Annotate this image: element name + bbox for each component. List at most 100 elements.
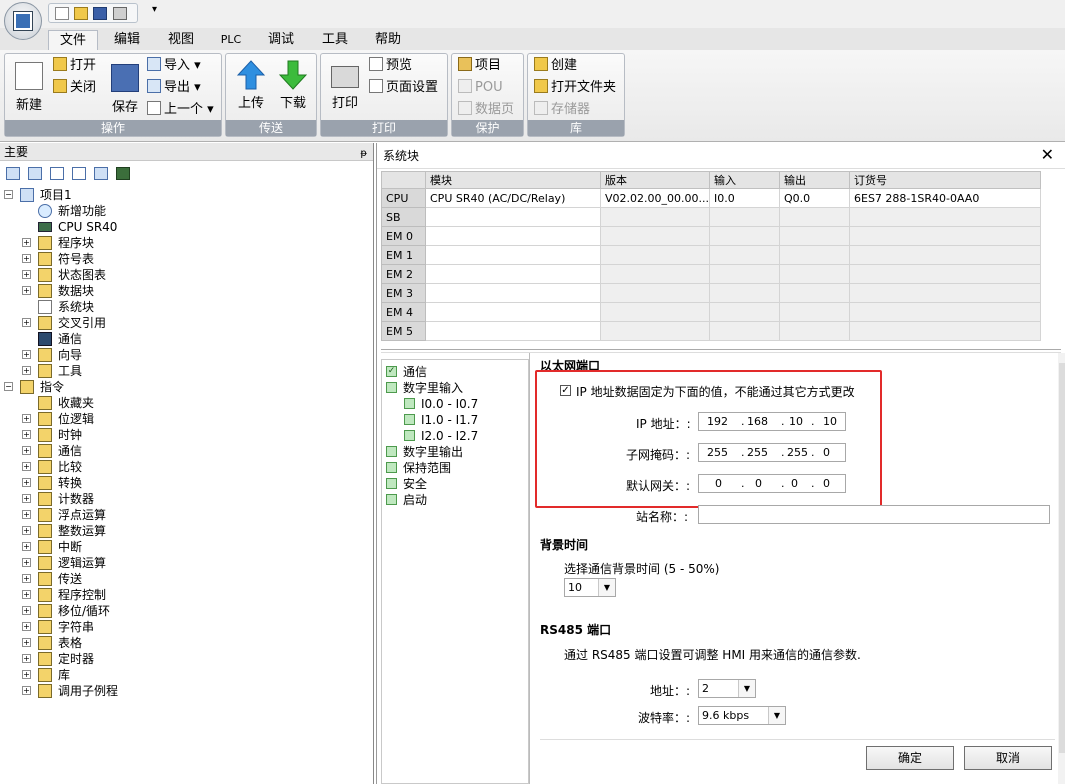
protect-data-page-button[interactable]: 数据页: [458, 100, 514, 120]
previous-button[interactable]: 上一个 ▾: [147, 100, 214, 120]
expand-icon[interactable]: +: [22, 286, 31, 295]
expand-icon[interactable]: +: [22, 414, 31, 423]
tree-view-icon[interactable]: [6, 167, 20, 180]
table-view-icon[interactable]: [28, 167, 42, 180]
tab-view[interactable]: 视图: [160, 30, 202, 50]
table-row[interactable]: EM 1: [381, 245, 1041, 265]
expand-icon[interactable]: +: [22, 270, 31, 279]
tab-file[interactable]: 文件: [48, 30, 98, 50]
expand-icon[interactable]: +: [22, 590, 31, 599]
table-cell[interactable]: [600, 321, 710, 341]
expand-icon[interactable]: +: [22, 430, 31, 439]
expand-icon[interactable]: +: [22, 670, 31, 679]
print-button[interactable]: 打印: [325, 58, 365, 111]
table-cell[interactable]: [849, 283, 1041, 303]
table-cell[interactable]: [600, 283, 710, 303]
collapse-icon[interactable]: −: [4, 382, 13, 391]
open-folder-button[interactable]: 打开文件夹: [534, 78, 616, 98]
open-folder-icon[interactable]: [74, 7, 88, 20]
pin-icon[interactable]: ᵽ: [360, 145, 367, 163]
document-view-icon[interactable]: [50, 167, 64, 180]
table-cell[interactable]: [600, 226, 710, 246]
table-row[interactable]: EM 5: [381, 321, 1041, 341]
expand-icon[interactable]: +: [22, 622, 31, 631]
table-row[interactable]: EM 0: [381, 226, 1041, 246]
table-cell[interactable]: [709, 245, 780, 265]
scrollbar-thumb[interactable]: [1059, 363, 1065, 753]
table-cell[interactable]: [709, 302, 780, 322]
expand-icon[interactable]: +: [22, 638, 31, 647]
preview-button[interactable]: 预览: [369, 56, 412, 76]
new-button[interactable]: 新建: [11, 58, 47, 113]
table-cell[interactable]: [425, 302, 601, 322]
baud-rate-select[interactable]: 9.6 kbps ▼: [698, 706, 786, 725]
table-cell[interactable]: [849, 321, 1041, 341]
station-name-input[interactable]: [698, 505, 1050, 524]
table-cell[interactable]: [709, 226, 780, 246]
table-cell[interactable]: [849, 226, 1041, 246]
subnet-mask-field[interactable]: 255. 255. 255. 0: [698, 443, 846, 462]
expand-icon[interactable]: +: [22, 254, 31, 263]
table-cell[interactable]: [600, 245, 710, 265]
tab-tools[interactable]: 工具: [314, 30, 356, 50]
tab-debug[interactable]: 调试: [260, 30, 302, 50]
table-cell[interactable]: [849, 264, 1041, 284]
expand-icon[interactable]: +: [22, 558, 31, 567]
upload-button[interactable]: 上传: [232, 58, 270, 111]
table-cell[interactable]: [709, 264, 780, 284]
expand-icon[interactable]: +: [22, 542, 31, 551]
open-button[interactable]: 打开: [53, 56, 96, 76]
close-icon[interactable]: ✕: [1041, 147, 1054, 163]
ok-button[interactable]: 确定: [866, 746, 954, 770]
table-row[interactable]: EM 4: [381, 302, 1041, 322]
create-library-button[interactable]: 创建: [534, 56, 577, 76]
table-cell[interactable]: Q0.0: [779, 188, 850, 208]
expand-icon[interactable]: +: [22, 350, 31, 359]
expand-icon[interactable]: +: [22, 446, 31, 455]
expand-icon[interactable]: +: [22, 510, 31, 519]
rs485-address-select[interactable]: 2 ▼: [698, 679, 756, 698]
application-menu-button[interactable]: [4, 2, 42, 40]
table-cell[interactable]: I0.0: [709, 188, 780, 208]
table-cell[interactable]: [779, 283, 850, 303]
table-cell[interactable]: [779, 264, 850, 284]
expand-icon[interactable]: +: [22, 574, 31, 583]
monitor-icon[interactable]: [116, 167, 130, 180]
customize-quick-access-icon[interactable]: ▾: [152, 4, 157, 15]
table-row[interactable]: EM 2: [381, 264, 1041, 284]
list-view-icon[interactable]: [94, 167, 108, 180]
expand-icon[interactable]: +: [22, 462, 31, 471]
tab-help[interactable]: 帮助: [367, 30, 409, 50]
expand-icon[interactable]: +: [22, 606, 31, 615]
table-cell[interactable]: [425, 207, 601, 227]
table-cell[interactable]: CPU SR40 (AC/DC/Relay): [425, 188, 601, 208]
save-icon[interactable]: [93, 7, 107, 20]
import-button[interactable]: 导入 ▾: [147, 56, 201, 76]
save-button[interactable]: 保存: [107, 58, 143, 115]
table-cell[interactable]: [779, 226, 850, 246]
export-button[interactable]: 导出 ▾: [147, 78, 201, 98]
ip-address-field[interactable]: 192. 168. 10. 10: [698, 412, 846, 431]
download-button[interactable]: 下载: [274, 58, 312, 111]
print-icon[interactable]: [113, 7, 127, 20]
table-row[interactable]: CPU CPU SR40 (AC/DC/Relay) V02.02.00_00.00…: [381, 188, 1041, 208]
expand-icon[interactable]: +: [22, 654, 31, 663]
expand-icon[interactable]: +: [22, 494, 31, 503]
expand-icon[interactable]: +: [22, 318, 31, 327]
collapse-icon[interactable]: −: [4, 190, 13, 199]
table-cell[interactable]: [425, 321, 601, 341]
gateway-field[interactable]: 0. 0. 0. 0: [698, 474, 846, 493]
table-cell[interactable]: [849, 302, 1041, 322]
table-cell[interactable]: [779, 321, 850, 341]
expand-icon[interactable]: +: [22, 478, 31, 487]
vertical-scrollbar[interactable]: [1058, 353, 1065, 784]
table-cell[interactable]: [849, 207, 1041, 227]
table-cell[interactable]: [425, 226, 601, 246]
table-row[interactable]: SB: [381, 207, 1041, 227]
table-cell[interactable]: [849, 245, 1041, 265]
table-cell[interactable]: [425, 264, 601, 284]
table-cell[interactable]: [425, 245, 601, 265]
tab-plc[interactable]: PLC: [212, 30, 250, 50]
memory-button[interactable]: 存储器: [534, 100, 590, 120]
table-cell[interactable]: [600, 302, 710, 322]
